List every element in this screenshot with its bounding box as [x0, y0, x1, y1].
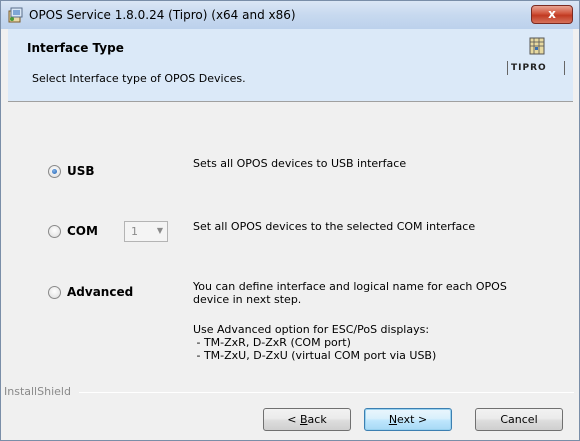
header-banner: Interface Type Select Interface type of …: [8, 29, 573, 102]
window-title: OPOS Service 1.8.0.24 (Tipro) (x64 and x…: [29, 8, 296, 22]
back-button[interactable]: < Back: [263, 408, 351, 431]
footer-divider: [79, 392, 574, 393]
advanced-note-line1: Use Advanced option for ESC/PoS displays…: [193, 323, 430, 336]
advanced-radio[interactable]: [48, 286, 61, 299]
next-button-accel: N: [388, 413, 398, 426]
back-button-accel: B: [300, 413, 308, 426]
next-button-rest: ext >: [397, 413, 428, 426]
advanced-description-line1: You can define interface and logical nam…: [193, 280, 507, 293]
cancel-button[interactable]: Cancel: [475, 408, 563, 431]
logo-divider-right: [564, 61, 565, 75]
advanced-description-line2: device in next step.: [193, 293, 302, 306]
tipro-logo: TIPRO: [507, 37, 567, 77]
cancel-button-label: Cancel: [500, 413, 538, 426]
com-port-select[interactable]: 1 ▼: [124, 221, 168, 242]
advanced-note-line3: - TM-ZxU, D-ZxU (virtual COM port via US…: [193, 349, 437, 362]
advanced-note-line2: - TM-ZxR, D-ZxR (COM port): [193, 336, 351, 349]
advanced-radio-label[interactable]: Advanced: [67, 285, 133, 299]
logo-divider-left: [507, 61, 508, 75]
next-button[interactable]: Next >: [364, 408, 452, 431]
tipro-logo-icon: [529, 37, 545, 55]
chevron-down-icon: ▼: [156, 226, 163, 235]
page-subtitle: Select Interface type of OPOS Devices.: [32, 72, 246, 85]
options-panel: USB Sets all OPOS devices to USB interfa…: [8, 103, 573, 386]
usb-description: Sets all OPOS devices to USB interface: [193, 157, 407, 170]
com-radio-label[interactable]: COM: [67, 224, 98, 238]
back-button-prefix: <: [287, 413, 300, 426]
installer-window: OPOS Service 1.8.0.24 (Tipro) (x64 and x…: [0, 0, 580, 441]
com-port-value: 1: [131, 225, 138, 238]
installshield-label: InstallShield: [4, 385, 71, 398]
logo-text: TIPRO: [511, 63, 547, 73]
close-button[interactable]: x: [531, 5, 573, 24]
com-description: Set all OPOS devices to the selected COM…: [193, 220, 476, 233]
usb-radio-label[interactable]: USB: [67, 164, 95, 178]
installer-app-icon: [8, 7, 23, 23]
usb-radio[interactable]: [48, 165, 61, 178]
page-heading: Interface Type: [27, 41, 124, 55]
title-bar[interactable]: OPOS Service 1.8.0.24 (Tipro) (x64 and x…: [1, 1, 579, 29]
close-icon: x: [548, 7, 556, 21]
com-radio[interactable]: [48, 225, 61, 238]
back-button-rest: ack: [307, 413, 327, 426]
